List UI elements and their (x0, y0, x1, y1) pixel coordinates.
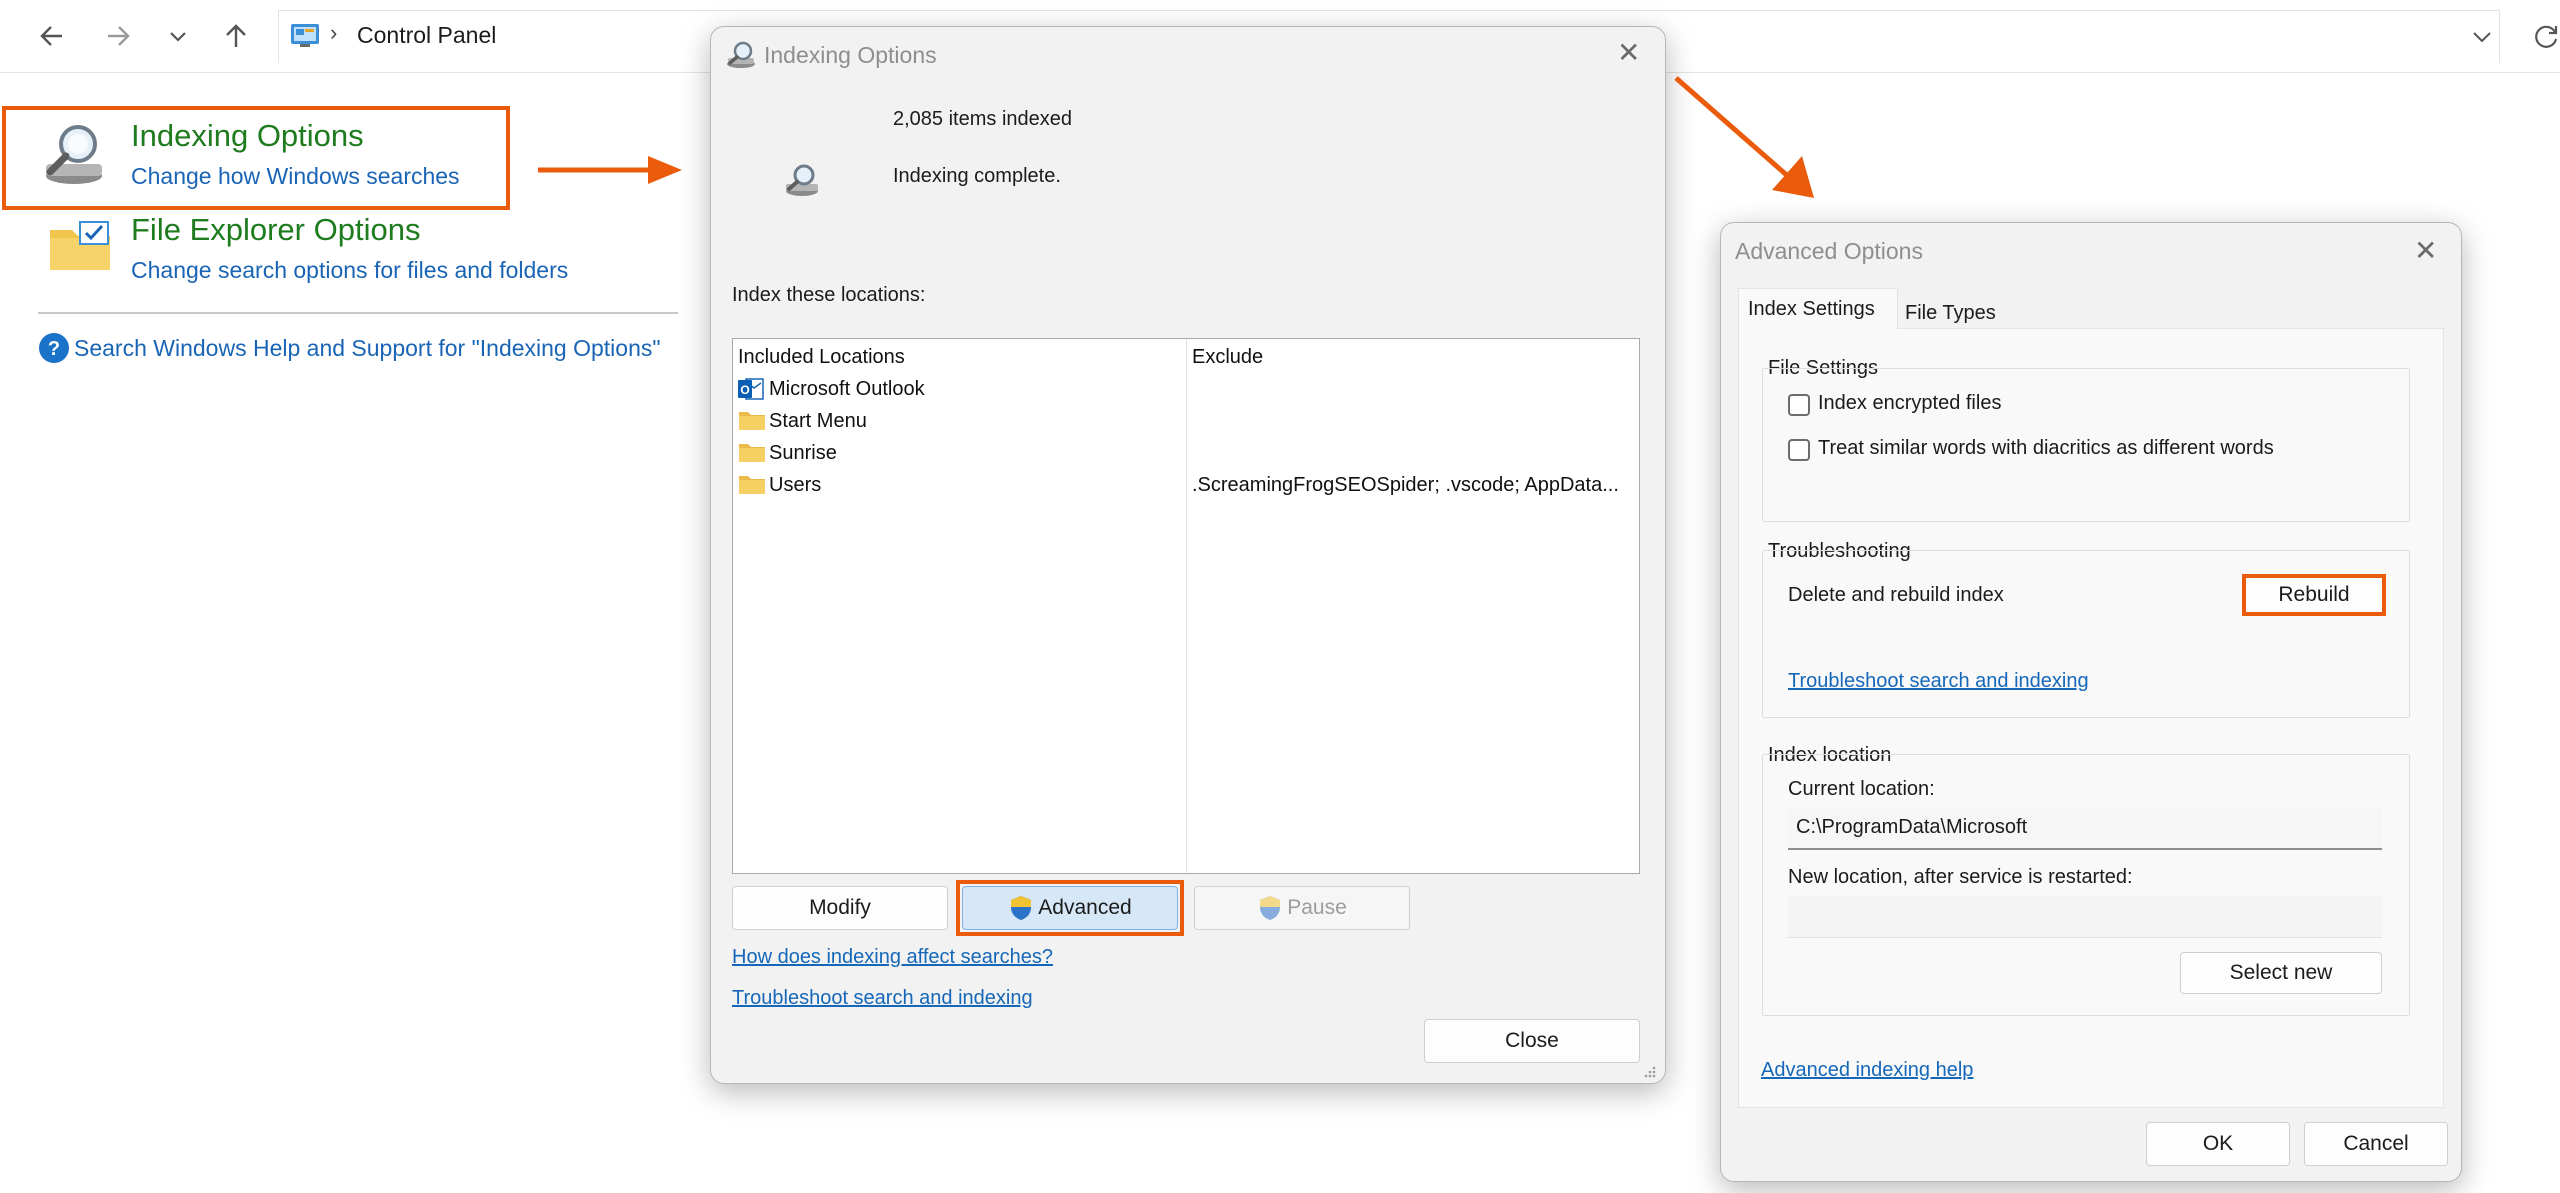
back-arrow-icon[interactable] (32, 16, 72, 56)
refresh-icon[interactable] (2526, 16, 2560, 56)
list-item[interactable]: Microsoft Outlook (769, 378, 925, 401)
list-item-exclude: .ScreamingFrogSEOSpider; .vscode; AppDat… (1192, 474, 1619, 496)
help-search-link[interactable]: Search Windows Help and Support for "Ind… (74, 335, 661, 362)
diacritics-label[interactable]: Treat similar words with diacritics as d… (1818, 437, 2274, 460)
close-button[interactable]: Close (1424, 1019, 1640, 1063)
tab-file-types[interactable]: File Types (1905, 302, 1996, 325)
control-panel-icon (290, 22, 320, 48)
items-indexed-count: 2,085 items indexed (893, 108, 1073, 130)
rebuild-button[interactable]: Rebuild (2247, 579, 2381, 611)
breadcrumb-separator: › (330, 20, 338, 45)
select-new-button[interactable]: Select new (2180, 952, 2382, 994)
indexing-status-icon (782, 162, 822, 198)
advanced-button[interactable]: Advanced (962, 886, 1178, 930)
uac-shield-icon (1008, 895, 1034, 921)
list-item[interactable]: Sunrise (769, 442, 837, 465)
advanced-indexing-help-link[interactable]: Advanced indexing help (1761, 1059, 1973, 1082)
svg-text:O: O (740, 383, 749, 397)
indexing-affect-link[interactable]: How does indexing affect searches? (732, 946, 1053, 969)
indexing-options-icon[interactable] (38, 118, 110, 190)
list-item[interactable]: Users (769, 474, 821, 497)
section-divider (38, 312, 678, 314)
indexing-status-text: Indexing complete. (893, 165, 1061, 187)
cancel-button[interactable]: Cancel (2304, 1122, 2448, 1166)
rebuild-description: Delete and rebuild index (1788, 584, 2004, 606)
indexing-options-title[interactable]: Indexing Options (131, 118, 364, 154)
column-divider (1186, 339, 1187, 873)
current-location-value: C:\ProgramData\Microsoft (1796, 816, 2028, 838)
folder-icon (738, 473, 766, 495)
folder-icon (738, 441, 766, 463)
advanced-dialog-close-icon[interactable]: ✕ (2414, 234, 2437, 267)
diacritics-checkbox[interactable] (1788, 439, 1810, 461)
ok-button[interactable]: OK (2146, 1122, 2290, 1166)
tab-index-settings[interactable]: Index Settings (1748, 298, 1875, 321)
annotation-arrow-right (536, 152, 686, 193)
troubleshoot-link[interactable]: Troubleshoot search and indexing (732, 987, 1033, 1010)
new-location-field[interactable] (1788, 896, 2382, 938)
indexing-options-subtitle[interactable]: Change how Windows searches (131, 163, 460, 190)
index-encrypted-checkbox[interactable] (1788, 394, 1810, 416)
recent-locations-chevron-icon[interactable] (158, 16, 198, 56)
folder-icon (738, 409, 766, 431)
address-dropdown-chevron-icon[interactable] (2462, 16, 2502, 56)
new-location-label: New location, after service is restarted… (1788, 866, 2133, 888)
file-explorer-options-subtitle[interactable]: Change search options for files and fold… (131, 257, 568, 284)
pause-button-label: Pause (1287, 896, 1347, 919)
column-header-included[interactable]: Included Locations (738, 346, 905, 369)
indexing-dialog-close-icon[interactable]: ✕ (1617, 36, 1640, 69)
resize-grip-icon[interactable] (1642, 1064, 1656, 1078)
breadcrumb-control-panel[interactable]: Control Panel (357, 22, 496, 49)
list-item[interactable]: Start Menu (769, 410, 867, 433)
dialog-indexing-icon (724, 40, 758, 70)
current-location-field[interactable]: C:\ProgramData\Microsoft (1788, 808, 2382, 850)
file-explorer-options-title[interactable]: File Explorer Options (131, 212, 420, 248)
outlook-icon: O (738, 377, 764, 401)
pause-button[interactable]: Pause (1194, 886, 1410, 930)
index-encrypted-label[interactable]: Index encrypted files (1818, 392, 2001, 415)
advanced-troubleshoot-link[interactable]: Troubleshoot search and indexing (1788, 670, 2089, 693)
advanced-dialog-title: Advanced Options (1735, 238, 1923, 264)
file-explorer-options-icon[interactable] (48, 220, 112, 272)
help-icon: ? (38, 332, 70, 364)
uac-shield-icon (1257, 895, 1283, 921)
current-location-label: Current location: (1788, 778, 1935, 800)
up-arrow-icon[interactable] (216, 16, 256, 56)
advanced-button-label: Advanced (1038, 896, 1132, 919)
indexing-dialog-title: Indexing Options (764, 42, 937, 68)
index-locations-label: Index these locations: (732, 284, 926, 306)
annotation-arrow-diagonal (1672, 74, 1822, 209)
svg-text:?: ? (48, 338, 60, 360)
column-header-exclude[interactable]: Exclude (1192, 346, 1263, 369)
modify-button[interactable]: Modify (732, 886, 948, 930)
forward-arrow-icon[interactable] (98, 16, 138, 56)
